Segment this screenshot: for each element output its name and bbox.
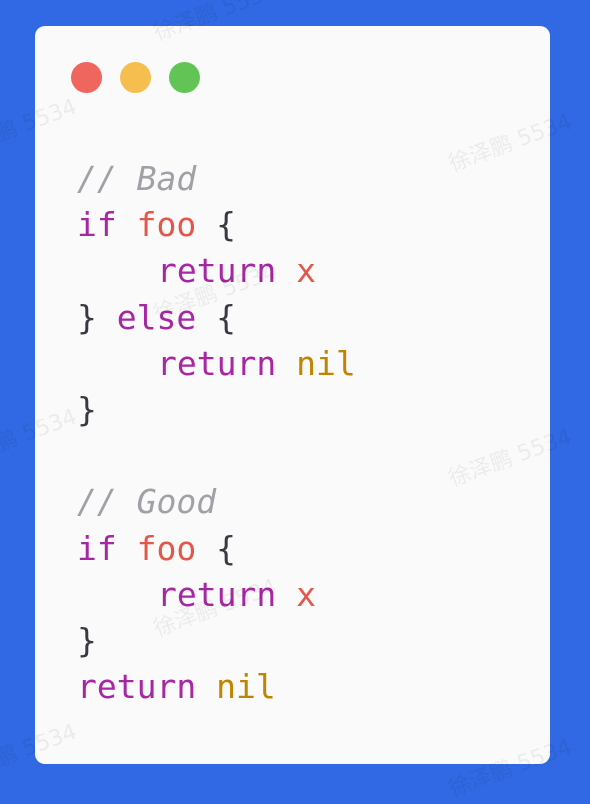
code-token-punctuation: {: [216, 297, 236, 337]
code-token-keyword: return: [157, 574, 277, 614]
code-line: }: [77, 618, 356, 664]
code-line: // Good: [77, 479, 356, 525]
code-line: if foo {: [77, 202, 356, 248]
code-token-identifier: x: [296, 251, 316, 291]
code-token-keyword: return: [157, 343, 277, 383]
code-token-punctuation: {: [216, 205, 236, 245]
code-window: // Bad if foo {return x} else {return nil…: [35, 26, 550, 764]
code-line: } else {: [77, 295, 356, 341]
code-line: return x: [77, 572, 356, 618]
code-token-keyword: if: [77, 528, 117, 568]
minimize-dot[interactable]: [120, 62, 151, 93]
code-token-identifier: foo: [136, 205, 197, 245]
code-token-comment: // Bad: [77, 159, 197, 198]
code-token-keyword: return: [77, 667, 197, 707]
code-line: // Bad: [77, 156, 356, 202]
code-token-nil-literal: nil: [296, 343, 356, 383]
traffic-lights: [71, 62, 200, 93]
code-token-identifier: foo: [136, 528, 197, 568]
code-line: }: [77, 387, 356, 433]
code-token-keyword: return: [157, 251, 277, 291]
code-line: return nil: [77, 341, 356, 387]
code-token-punctuation: }: [77, 389, 97, 429]
code-block: // Bad if foo {return x} else {return nil…: [77, 156, 356, 710]
code-line: if foo {: [77, 526, 356, 572]
close-dot[interactable]: [71, 62, 102, 93]
code-line: return nil: [77, 664, 356, 710]
code-token-keyword: if: [77, 205, 117, 245]
code-token-punctuation: {: [216, 528, 236, 568]
code-token-identifier: x: [296, 574, 316, 614]
code-line: return x: [77, 248, 356, 294]
code-token-comment: // Good: [77, 482, 217, 522]
code-token-keyword: else: [116, 297, 197, 337]
code-token-punctuation: }: [77, 297, 97, 337]
zoom-dot[interactable]: [169, 62, 200, 93]
code-token-punctuation: }: [77, 620, 97, 660]
code-token-nil-literal: nil: [216, 667, 276, 707]
